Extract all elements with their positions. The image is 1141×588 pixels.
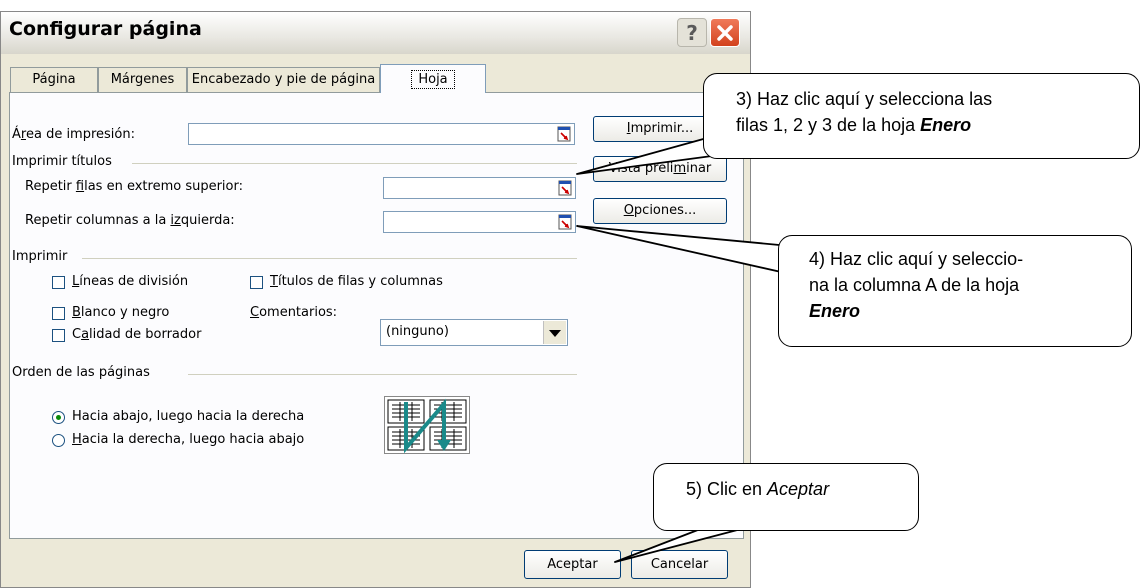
callout-step-4: 4) Haz clic aquí y seleccio- na la colum…: [778, 235, 1132, 347]
callout-step-3: 3) Haz clic aquí y selecciona las filas …: [703, 73, 1140, 159]
callout-4-line2: na la columna A de la hoja: [809, 275, 1020, 295]
callout-3-line2: filas 1, 2 y 3 de la hoja Enero: [736, 115, 972, 135]
callout-4-line1: 4) Haz clic aquí y seleccio-: [809, 249, 1024, 269]
callout-step-5: 5) Clic en Aceptar: [653, 463, 919, 531]
callout-3-line1: 3) Haz clic aquí y selecciona las: [736, 89, 993, 109]
callout-4-line3: Enero: [809, 301, 861, 321]
